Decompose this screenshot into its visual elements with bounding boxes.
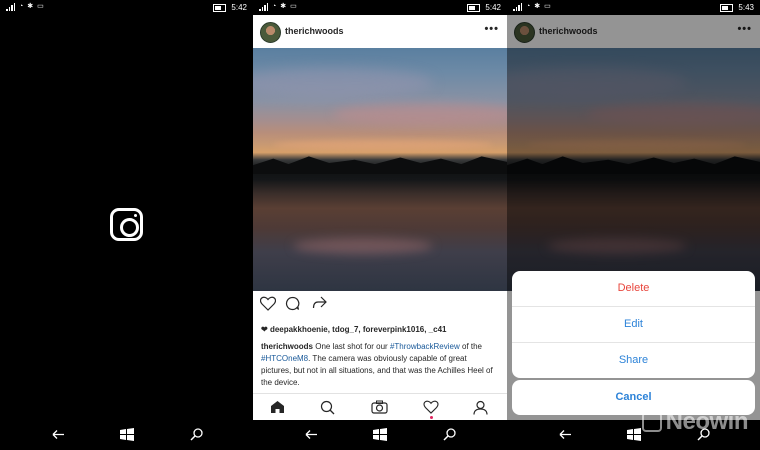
splash-screen: ◔ ✱ ▭ 5:42 bbox=[0, 0, 253, 450]
watermark-text: Neowin bbox=[665, 408, 749, 435]
back-icon[interactable] bbox=[52, 429, 65, 440]
signal-icon bbox=[259, 3, 268, 11]
likes-names[interactable]: deepakkhoenie, tdog_7, foreverpink1016, … bbox=[270, 325, 447, 334]
search-icon[interactable] bbox=[443, 428, 456, 441]
caption-text: One last shot for our bbox=[313, 342, 390, 351]
edit-button[interactable]: Edit bbox=[512, 307, 755, 343]
windows-start-icon[interactable] bbox=[373, 428, 387, 441]
camera-icon[interactable] bbox=[371, 400, 388, 414]
back-icon[interactable] bbox=[305, 429, 318, 440]
wifi-icon: ◔ bbox=[526, 3, 531, 10]
message-icon: ▭ bbox=[37, 3, 44, 10]
status-time: 5:43 bbox=[738, 3, 754, 12]
likes-heart-icon: ❤ bbox=[261, 325, 268, 334]
signal-icon bbox=[513, 3, 522, 11]
caption-username[interactable]: therichwoods bbox=[261, 342, 313, 351]
message-icon: ▭ bbox=[544, 3, 551, 10]
post-username[interactable]: therichwoods bbox=[285, 26, 344, 36]
wifi-icon: ◔ bbox=[272, 3, 277, 10]
bluetooth-icon: ✱ bbox=[27, 3, 34, 10]
comment-icon[interactable] bbox=[285, 296, 300, 311]
status-bar: ◔ ✱ ▭ 5:43 bbox=[507, 0, 760, 15]
likes-line[interactable]: ❤ deepakkhoenie, tdog_7, foreverpink1016… bbox=[261, 325, 446, 334]
status-bar: ◔ ✱ ▭ 5:42 bbox=[0, 0, 253, 15]
neowin-watermark: Neowin bbox=[641, 408, 749, 436]
like-heart-icon[interactable] bbox=[260, 296, 276, 311]
windows-start-icon[interactable] bbox=[120, 428, 134, 441]
action-sheet: Delete Edit Share bbox=[512, 271, 755, 378]
notification-dot bbox=[430, 416, 433, 419]
profile-icon[interactable] bbox=[473, 400, 488, 415]
hashtag-link[interactable]: #HTCOneM8 bbox=[261, 354, 308, 363]
message-icon: ▭ bbox=[290, 3, 297, 10]
search-icon[interactable] bbox=[190, 428, 203, 441]
status-bar: ◔ ✱ ▭ 5:42 bbox=[253, 0, 507, 15]
post-header: therichwoods ••• bbox=[253, 15, 507, 48]
system-navbar bbox=[0, 420, 253, 450]
back-icon[interactable] bbox=[559, 429, 572, 440]
bluetooth-icon: ✱ bbox=[280, 3, 287, 10]
activity-heart-icon[interactable] bbox=[423, 400, 439, 414]
options-screen: ◔ ✱ ▭ 5:43 therichwoods ••• Delete Edit … bbox=[507, 0, 760, 450]
neowin-logo-icon bbox=[641, 412, 662, 432]
share-button[interactable]: Share bbox=[512, 343, 755, 378]
home-icon[interactable] bbox=[270, 400, 285, 414]
post-caption: therichwoods One last shot for our #Thro… bbox=[261, 341, 499, 389]
bottom-tab-bar bbox=[253, 393, 507, 420]
windows-start-icon[interactable] bbox=[627, 428, 641, 441]
battery-icon bbox=[213, 3, 227, 12]
search-icon[interactable] bbox=[320, 400, 335, 415]
caption-text: of the bbox=[459, 342, 483, 351]
share-arrow-icon[interactable] bbox=[312, 296, 327, 310]
more-options-icon[interactable]: ••• bbox=[484, 23, 499, 35]
instagram-app: therichwoods ••• ❤ deepakkhoenie, tdog_7… bbox=[253, 15, 507, 420]
post-photo[interactable] bbox=[253, 48, 507, 291]
wifi-icon: ◔ bbox=[19, 3, 24, 10]
battery-icon bbox=[720, 3, 734, 12]
feed-screen: ◔ ✱ ▭ 5:42 therichwoods ••• ❤ deepakkhoe… bbox=[253, 0, 507, 450]
hashtag-link[interactable]: #ThrowbackReview bbox=[390, 342, 460, 351]
status-time: 5:42 bbox=[231, 3, 247, 12]
battery-icon bbox=[467, 3, 481, 12]
system-navbar bbox=[253, 420, 507, 450]
signal-icon bbox=[6, 3, 15, 11]
status-time: 5:42 bbox=[485, 3, 501, 12]
delete-button[interactable]: Delete bbox=[512, 271, 755, 307]
post-actions bbox=[253, 291, 507, 317]
avatar[interactable] bbox=[260, 22, 281, 43]
instagram-icon bbox=[110, 208, 143, 241]
bluetooth-icon: ✱ bbox=[534, 3, 541, 10]
